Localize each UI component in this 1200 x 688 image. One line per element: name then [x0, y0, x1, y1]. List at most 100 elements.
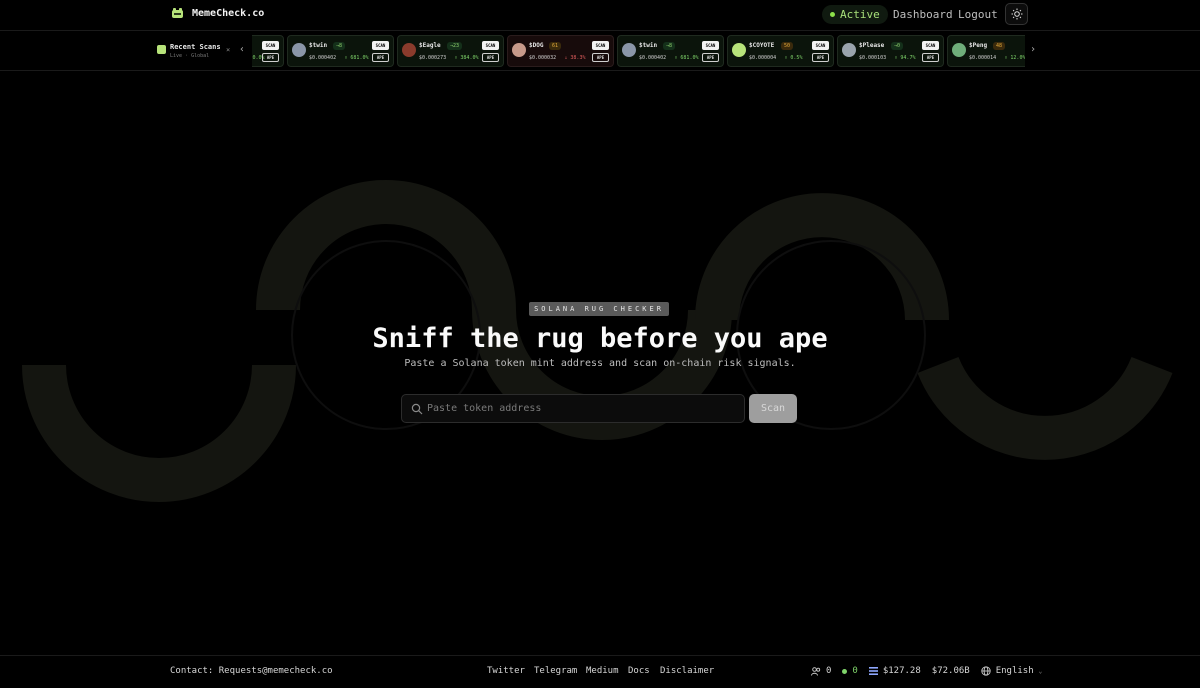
token-symbol: $Peng [969, 42, 988, 49]
risk-score-badge: 50 [781, 42, 794, 50]
chevron-left-icon[interactable]: ‹ [239, 44, 245, 55]
scan-card[interactable]: $Peng48$0.000014↑ 12.0%SCANAPE [947, 35, 1025, 67]
search-icon [411, 403, 423, 415]
token-avatar [952, 43, 966, 57]
token-price: $0.000014 [969, 55, 997, 61]
token-address-input[interactable] [427, 395, 737, 422]
scan-cards-carousel: $OXY50$0.000008↑ 48820.0%SCANAPE$twin→8$… [252, 35, 1025, 68]
card-scan-button[interactable]: SCAN [592, 41, 609, 50]
footer-link-medium[interactable]: Medium [586, 666, 619, 676]
token-price: $0.000103 [859, 55, 887, 61]
price-change: ↑ 681.0% [674, 55, 699, 61]
token-price: $0.000273 [419, 55, 447, 61]
recent-scans-label: Recent Scans Live · Global [157, 43, 221, 59]
price-change: ↑ 94.7% [894, 55, 916, 61]
brand-name: MemeCheck.co [192, 7, 265, 19]
price-change: ↑ 681.0% [344, 55, 369, 61]
card-ape-button[interactable]: APE [262, 53, 279, 62]
frog-logo-icon [172, 8, 183, 18]
language-selector[interactable]: English [996, 666, 1034, 676]
search-field[interactable] [401, 394, 745, 423]
page-title: Sniff the rug before you ape [372, 323, 828, 354]
price-change: ↑ 384.0% [454, 55, 479, 61]
status-dot-icon [830, 12, 835, 17]
card-scan-button[interactable]: SCAN [922, 41, 939, 50]
price-change: ↓ 38.3% [564, 55, 586, 61]
token-avatar [292, 43, 306, 57]
token-symbol: $Please [859, 42, 885, 49]
token-avatar [622, 43, 636, 57]
card-ape-button[interactable]: APE [812, 53, 829, 62]
close-icon[interactable]: × [226, 46, 230, 54]
scan-button[interactable]: Scan [749, 394, 797, 423]
sun-icon [1011, 8, 1022, 20]
token-symbol: $DOG [529, 42, 544, 49]
footer-link-twitter[interactable]: Twitter [487, 666, 525, 676]
scan-card[interactable]: $Eagle →23 $0.000273 ↑ 384.0% SCAN APE [397, 35, 504, 67]
page-subtitle: Paste a Solana token mint address and sc… [404, 358, 796, 369]
solana-icon [868, 667, 878, 675]
risk-score-badge: 48 [993, 42, 1006, 50]
footer-stats: 0 0 $127.28 $72.06B English ⌄ [811, 666, 1042, 676]
recent-scans-subtitle: Live · Global [170, 53, 210, 59]
risk-score-badge: →8 [333, 42, 346, 50]
token-symbol: $twin [639, 42, 658, 49]
card-ape-button[interactable]: APE [482, 53, 499, 62]
recent-scans-icon [157, 45, 166, 54]
card-scan-button[interactable]: SCAN [482, 41, 499, 50]
risk-score-badge: →0 [891, 42, 904, 50]
sol-price: $127.28 [882, 666, 921, 676]
token-symbol: $twin [309, 42, 328, 49]
risk-score-badge: 61 [549, 42, 562, 50]
scan-card[interactable]: $twin →8 $0.000402 ↑ 681.0% SCAN APE [617, 35, 724, 67]
token-price: $0.000032 [529, 55, 557, 61]
footer-link-telegram[interactable]: Telegram [534, 666, 577, 676]
users-icon [811, 666, 821, 676]
recent-scans-title: Recent Scans [170, 43, 221, 51]
token-price: $0.000402 [309, 55, 337, 61]
online-dot-icon [842, 668, 848, 674]
scan-card[interactable]: $Please →0 $0.000103 ↑ 94.7% SCAN APE [837, 35, 944, 67]
theme-toggle-button[interactable] [1005, 3, 1028, 25]
card-ape-button[interactable]: APE [592, 53, 609, 62]
globe-icon [981, 666, 991, 676]
risk-score-badge: →23 [447, 42, 463, 50]
recent-scans-strip: Recent Scans Live · Global × ‹ $OXY50$0.… [0, 32, 1200, 71]
token-price: $0.000402 [639, 55, 667, 61]
card-scan-button[interactable]: SCAN [372, 41, 389, 50]
token-avatar [402, 43, 416, 57]
online-count: 0 [852, 666, 858, 676]
contact-email[interactable]: Contact: Requests@memecheck.co [170, 666, 333, 676]
status-label: Active [840, 8, 880, 21]
nav-dashboard-link[interactable]: Dashboard [893, 8, 953, 21]
scan-card[interactable]: $twin →8 $0.000402 ↑ 681.0% SCAN APE [287, 35, 394, 67]
card-scan-button[interactable]: SCAN [262, 41, 279, 50]
token-symbol: $Eagle [419, 42, 441, 49]
users-count: 0 [826, 666, 832, 676]
scan-card[interactable]: $DOG 61 $0.000032 ↓ 38.3% SCAN APE [507, 35, 614, 67]
footer-link-docs[interactable]: Docs [628, 666, 650, 676]
card-ape-button[interactable]: APE [922, 53, 939, 62]
nav-logout-link[interactable]: Logout [958, 8, 998, 21]
scan-card[interactable]: $COYOTE 50 $0.000004 ↑ 0.5% SCAN APE [727, 35, 834, 67]
footer-link-disclaimer[interactable]: Disclaimer [660, 666, 714, 676]
token-avatar [512, 43, 526, 57]
risk-score-badge: →8 [663, 42, 676, 50]
top-header: MemeCheck.co Active Dashboard Logout [0, 0, 1200, 31]
card-scan-button[interactable]: SCAN [702, 41, 719, 50]
market-cap: $72.06B [931, 666, 970, 676]
card-ape-button[interactable]: APE [702, 53, 719, 62]
brand[interactable]: MemeCheck.co [171, 7, 264, 19]
token-avatar [842, 43, 856, 57]
scan-cards-track: $OXY50$0.000008↑ 48820.0%SCANAPE$twin→8$… [252, 35, 1025, 67]
card-ape-button[interactable]: APE [372, 53, 389, 62]
price-change: ↑ 12.0% [1004, 55, 1025, 61]
chevron-right-icon[interactable]: › [1030, 44, 1036, 55]
card-scan-button[interactable]: SCAN [812, 41, 829, 50]
hero-tag: SOLANA RUG CHECKER [529, 302, 669, 316]
price-change: ↑ 0.5% [784, 55, 803, 61]
scan-card[interactable]: $OXY50$0.000008↑ 48820.0%SCANAPE [252, 35, 284, 67]
footer: Contact: Requests@memecheck.co Twitter T… [0, 655, 1200, 688]
token-price: $0.000004 [749, 55, 777, 61]
token-avatar [732, 43, 746, 57]
